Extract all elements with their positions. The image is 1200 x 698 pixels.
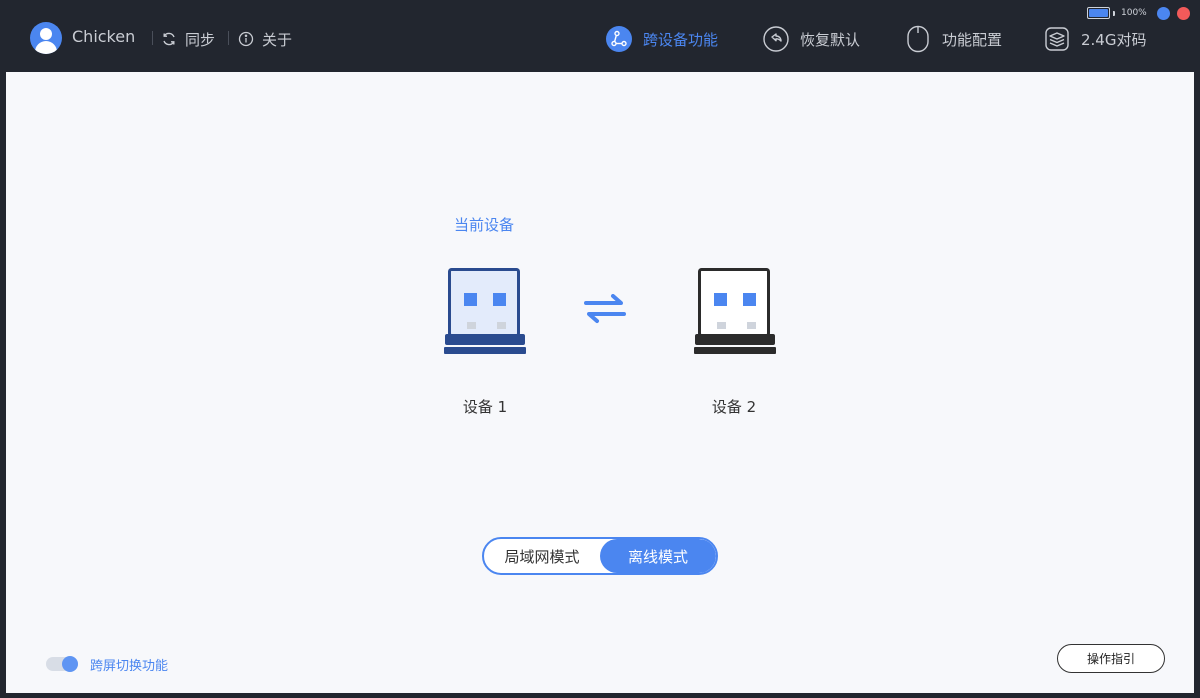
device-1-label: 设备 1: [462, 398, 508, 416]
nav-restore-default[interactable]: 恢复默认: [762, 24, 860, 54]
battery-fill: [1089, 9, 1108, 17]
cross-screen-toggle[interactable]: [46, 656, 78, 672]
nav-label: 跨设备功能: [643, 30, 719, 49]
close-button[interactable]: [1177, 7, 1190, 20]
app-window: Chicken 同步 关于 跨设备功能 恢复默认 功能配置 2.4G对码 100…: [0, 0, 1200, 698]
main-panel: 当前设备 设备 1 设备 2 局域网模式 离线模式 跨屏切换功能 操作指引: [6, 72, 1194, 693]
minimize-button[interactable]: [1157, 7, 1170, 20]
toggle-knob: [62, 656, 78, 672]
pairing-icon: [1043, 25, 1071, 53]
nav-label: 功能配置: [942, 30, 1003, 49]
divider: [152, 31, 153, 45]
restore-default-icon: [762, 25, 790, 53]
nav-label: 恢复默认: [800, 30, 861, 49]
mode-toggle: 局域网模式 离线模式: [482, 537, 718, 575]
battery-percent: 100%: [1121, 8, 1147, 18]
nav-pairing[interactable]: 2.4G对码: [1043, 24, 1146, 54]
device-2-label: 设备 2: [711, 398, 757, 416]
swap-arrows-icon[interactable]: [584, 294, 626, 324]
cross-screen-label: 跨屏切换功能: [90, 659, 169, 674]
battery-icon: [1087, 7, 1110, 19]
battery-indicator: 100%: [1087, 7, 1147, 19]
mouse-config-icon: [904, 25, 932, 53]
avatar-body: [35, 41, 57, 54]
usb-receiver-icon-device-2[interactable]: [692, 267, 778, 357]
battery-nub: [1113, 10, 1115, 16]
nav-cross-device[interactable]: 跨设备功能: [605, 24, 718, 54]
nav-function-config[interactable]: 功能配置: [904, 24, 1002, 54]
sync-icon: [163, 32, 175, 46]
guide-button[interactable]: 操作指引: [1057, 644, 1165, 673]
sync-label: 同步: [185, 30, 216, 49]
sync-button[interactable]: 同步: [161, 28, 215, 50]
about-label: 关于: [262, 30, 293, 49]
avatar[interactable]: [30, 22, 62, 54]
divider: [228, 31, 229, 45]
about-button[interactable]: 关于: [238, 28, 292, 50]
info-icon: [238, 31, 254, 47]
title-bar: Chicken 同步 关于 跨设备功能 恢复默认 功能配置 2.4G对码 100…: [0, 0, 1200, 72]
username: Chicken: [72, 27, 136, 46]
lan-mode-button[interactable]: 局域网模式: [484, 539, 600, 573]
avatar-head: [40, 28, 52, 40]
cross-device-icon: [605, 25, 633, 53]
current-device-label: 当前设备: [454, 216, 515, 234]
nav-label: 2.4G对码: [1081, 30, 1147, 49]
offline-mode-button[interactable]: 离线模式: [600, 539, 716, 573]
usb-receiver-icon-device-1[interactable]: [442, 267, 528, 357]
